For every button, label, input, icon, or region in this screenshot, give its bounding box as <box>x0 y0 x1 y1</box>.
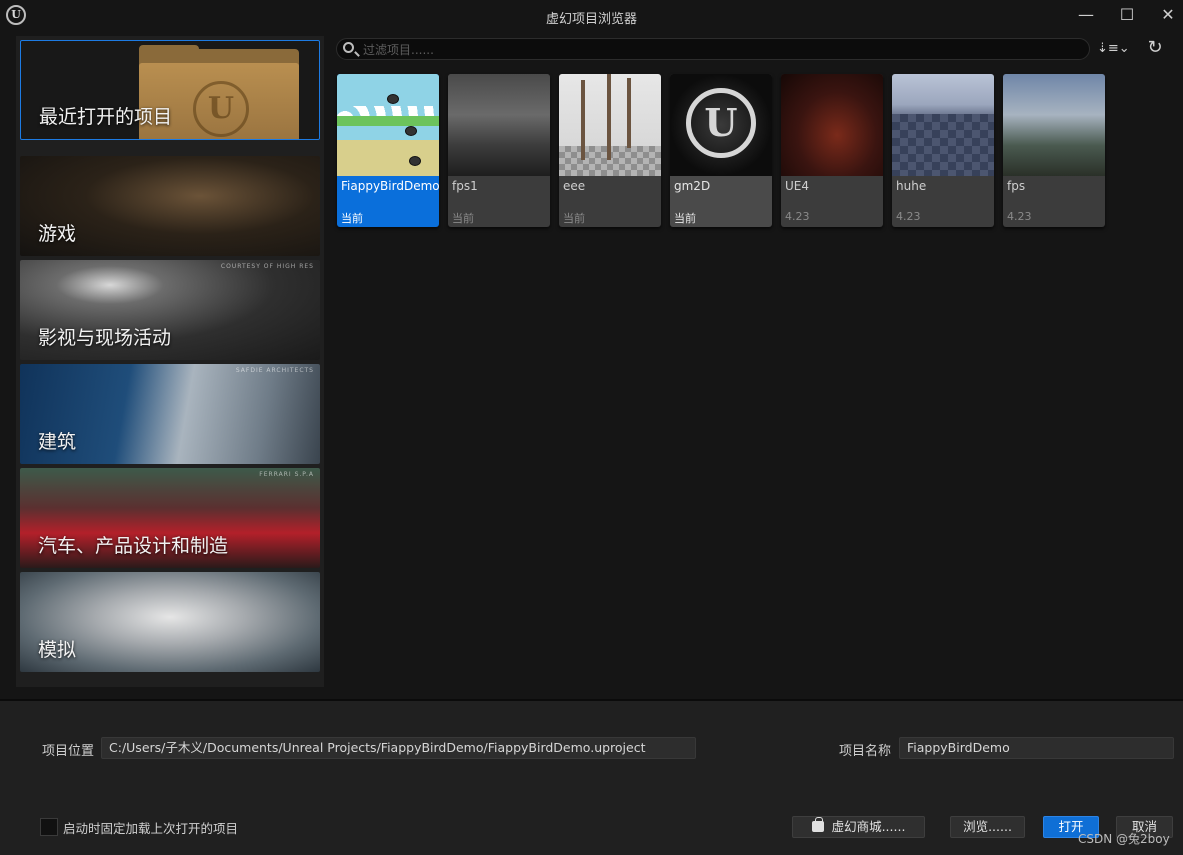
search-input[interactable] <box>361 40 1065 60</box>
project-tile-fps1[interactable]: fps1 当前 <box>448 74 550 227</box>
category-games[interactable]: 游戏 <box>20 156 320 256</box>
project-version: 当前 <box>563 212 585 225</box>
project-version: 当前 <box>674 212 696 225</box>
project-name-label: 项目名称 <box>839 744 892 759</box>
marketplace-button-label: 虚幻商城...... <box>831 819 906 834</box>
category-label: 游戏 <box>38 223 77 245</box>
project-tile-ue4[interactable]: UE4 4.23 <box>781 74 883 227</box>
category-label: 最近打开的项目 <box>39 106 173 128</box>
category-recent-projects[interactable]: U 最近打开的项目 <box>20 40 320 140</box>
window-title: 虚幻项目浏览器 <box>545 12 637 27</box>
project-name: eee <box>563 179 586 193</box>
bird-sprite <box>409 156 421 166</box>
sort-button[interactable]: ⇣≡⌄ <box>1097 39 1131 59</box>
project-filter-search <box>336 38 1090 60</box>
category-label: 汽车、产品设计和制造 <box>38 535 229 557</box>
marketplace-button[interactable]: 虚幻商城...... <box>792 816 925 838</box>
browse-button[interactable]: 浏览...... <box>950 816 1025 838</box>
project-tile-huhe[interactable]: huhe 4.23 <box>892 74 994 227</box>
unreal-logo-icon: U <box>686 88 756 158</box>
tree-trunk <box>627 78 631 148</box>
search-icon <box>343 42 354 53</box>
project-thumbnail <box>892 74 994 176</box>
bird-sprite <box>405 126 417 136</box>
project-version: 当前 <box>452 212 474 225</box>
project-tile-gm2d[interactable]: U gm2D 当前 <box>670 74 772 227</box>
project-version: 4.23 <box>896 210 921 223</box>
shopping-bag-icon <box>811 817 824 832</box>
category-simulation[interactable]: 模拟 <box>20 572 320 672</box>
category-film-live-events[interactable]: COURTESY OF HIGH RES 影视与现场活动 <box>20 260 320 360</box>
tree-trunk <box>581 80 585 160</box>
project-thumbnail <box>448 74 550 176</box>
unreal-emblem-icon: U <box>193 81 249 137</box>
project-name: fps <box>1007 179 1026 193</box>
image-credit: COURTESY OF HIGH RES <box>220 263 314 270</box>
project-thumbnail <box>1003 74 1105 176</box>
maximize-button[interactable]: ☐ <box>1111 4 1143 26</box>
bird-sprite <box>387 94 399 104</box>
image-credit: SAFDIE ARCHITECTS <box>235 367 314 374</box>
project-tile-fiappybirddemo[interactable]: FiappyBirdDemo 当前 <box>337 74 439 227</box>
project-name: gm2D <box>674 179 711 193</box>
project-location-label: 项目位置 <box>42 744 95 759</box>
image-credit: FERRARI S.P.A <box>259 471 314 478</box>
project-name: huhe <box>896 179 927 193</box>
project-tile-fps[interactable]: fps 4.23 <box>1003 74 1105 227</box>
bush-shape <box>337 116 439 126</box>
project-version: 4.23 <box>785 210 810 223</box>
category-architecture[interactable]: SAFDIE ARCHITECTS 建筑 <box>20 364 320 464</box>
category-automotive[interactable]: FERRARI S.P.A 汽车、产品设计和制造 <box>20 468 320 568</box>
project-thumbnail <box>559 74 661 176</box>
category-label: 模拟 <box>38 639 77 661</box>
project-name: UE4 <box>785 179 809 193</box>
category-label: 建筑 <box>38 431 77 453</box>
project-name: fps1 <box>452 179 478 193</box>
tree-trunk <box>607 74 611 160</box>
project-version: 4.23 <box>1007 210 1032 223</box>
checker-floor <box>892 114 994 176</box>
refresh-icon[interactable]: ↻ <box>1144 37 1166 59</box>
project-name: FiappyBirdDemo <box>341 179 439 193</box>
project-thumbnail <box>781 74 883 176</box>
watermark: CSDN @兔2boy <box>1078 832 1170 846</box>
project-thumbnail: U <box>670 74 772 176</box>
title-bar: U 虚幻项目浏览器 — ☐ ✕ <box>0 0 1183 32</box>
project-location-field[interactable]: C:/Users/子木义/Documents/Unreal Projects/F… <box>101 737 696 759</box>
autoload-label: 启动时固定加载上次打开的项目 <box>63 821 239 836</box>
autoload-checkbox[interactable] <box>40 818 58 836</box>
ground-shape <box>337 140 439 176</box>
project-name-field[interactable]: FiappyBirdDemo <box>899 737 1174 759</box>
close-button[interactable]: ✕ <box>1152 4 1183 26</box>
project-tile-eee[interactable]: eee 当前 <box>559 74 661 227</box>
project-thumbnail <box>337 74 439 176</box>
minimize-button[interactable]: — <box>1070 4 1102 26</box>
project-version: 当前 <box>341 212 363 225</box>
category-list: U 最近打开的项目 游戏 COURTESY OF HIGH RES 影视与现场活… <box>16 36 324 687</box>
category-label: 影视与现场活动 <box>38 327 172 349</box>
